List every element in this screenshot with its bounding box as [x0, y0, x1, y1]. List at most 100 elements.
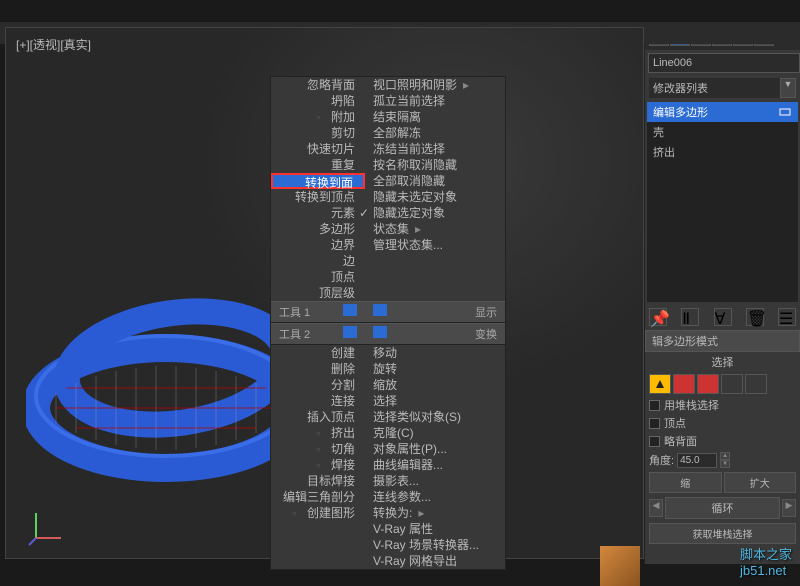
quad-item[interactable]: 摄影表... [365, 473, 505, 489]
quad-item[interactable]: 连线参数... [365, 489, 505, 505]
quad-item[interactable]: 选择 [365, 393, 505, 409]
loop-next-icon[interactable]: ▶ [782, 499, 796, 517]
quad-item[interactable]: 克隆(C) [365, 425, 505, 441]
quad-item[interactable]: 创建 [271, 345, 365, 361]
polygon-subobj-button[interactable] [721, 374, 743, 394]
quad-right-column: 视口照明和阴影 孤立当前选择 结束隔离 全部解冻 冻结当前选择 按名称取消隐藏 … [365, 77, 505, 569]
modifier-label: 编辑多边形 [653, 104, 708, 120]
quad-item[interactable]: V-Ray 场景转换器... [365, 537, 505, 553]
object-name-row [645, 50, 800, 76]
quad-item[interactable]: 边 [271, 253, 365, 269]
object-name-input[interactable] [648, 53, 800, 73]
quad-item[interactable]: 旋转 [365, 361, 505, 377]
quad-item[interactable]: 目标焊接 [271, 473, 365, 489]
modifier-list-dropdown[interactable]: 修改器列表 ▼ [645, 76, 800, 100]
loop-button[interactable]: 循环 [665, 497, 780, 519]
quad-header-tools2: 工具 2 [271, 323, 365, 345]
quad-item[interactable]: 快速切片 [271, 141, 365, 157]
quad-item[interactable]: 元素 [271, 205, 365, 221]
quad-item[interactable]: 重复 [271, 157, 365, 173]
spinner-buttons: ▲▼ [720, 452, 730, 468]
quad-item[interactable]: V-Ray 网格导出 [365, 553, 505, 569]
quad-item[interactable]: 隐藏选定对象 [365, 205, 505, 221]
quad-item[interactable]: 附加 [271, 109, 365, 125]
by-vertex-row[interactable]: 顶点 [645, 414, 800, 432]
quad-item[interactable]: 转换为: [365, 505, 505, 521]
quad-item[interactable]: 焊接 [271, 457, 365, 473]
quad-item[interactable]: 插入顶点 [271, 409, 365, 425]
vertex-icon [654, 378, 666, 390]
viewport-label[interactable]: [+][透视][真实] [16, 36, 91, 53]
make-unique-icon[interactable]: ∀ [714, 308, 732, 326]
show-result-icon[interactable]: Ⅱ [681, 308, 699, 326]
modifier-stack-item[interactable]: 壳 [647, 122, 798, 142]
spinner-down-icon[interactable]: ▼ [720, 460, 730, 468]
loop-prev-icon[interactable]: ◀ [649, 499, 663, 517]
ignore-backfacing-row[interactable]: 略背面 [645, 432, 800, 450]
quad-item[interactable]: 顶点 [271, 269, 365, 285]
spinner-up-icon[interactable]: ▲ [720, 452, 730, 460]
quad-item[interactable]: 坍陷 [271, 93, 365, 109]
angle-label: 角度: [649, 452, 674, 468]
checkbox-label: 用堆栈选择 [664, 397, 719, 413]
quad-item[interactable]: 选择类似对象(S) [365, 409, 505, 425]
quad-item[interactable]: 结束隔离 [365, 109, 505, 125]
vertex-subobj-button[interactable] [649, 374, 671, 394]
quad-item[interactable]: 剪切 [271, 125, 365, 141]
quad-item[interactable]: 创建图形 [271, 505, 365, 521]
quad-item[interactable]: 隐藏未选定对象 [365, 189, 505, 205]
quad-item[interactable]: 挤出 [271, 425, 365, 441]
quad-item[interactable]: 忽略背面 [271, 77, 365, 93]
watermark-logo [600, 546, 640, 586]
checkbox-label: 顶点 [664, 415, 686, 431]
quad-item[interactable]: 按名称取消隐藏 [365, 157, 505, 173]
quad-left-column: 忽略背面 坍陷 附加 剪切 快速切片 重复 转换到面 转换到顶点 元素 多边形 … [271, 77, 365, 569]
use-stack-selection-row[interactable]: 用堆栈选择 [645, 396, 800, 414]
expand-button[interactable]: 扩大 [724, 472, 797, 493]
quad-header-display: 显示 [365, 301, 505, 323]
quad-item[interactable]: 状态集 [365, 221, 505, 237]
quad-item[interactable]: 缩放 [365, 377, 505, 393]
configure-sets-icon[interactable]: ☰ [778, 308, 796, 326]
get-stack-selection-button[interactable]: 获取堆栈选择 [649, 523, 796, 544]
command-panel: ✹ 🌈 ᚂ ◎ ▣ ⚒ 修改器列表 ▼ 编辑多边形 壳 挤出 📌 Ⅱ ∀ [644, 22, 800, 564]
quad-item[interactable]: 孤立当前选择 [365, 93, 505, 109]
quad-item[interactable]: 全部取消隐藏 [365, 173, 505, 189]
modifier-stack-item[interactable]: 编辑多边形 [647, 102, 798, 122]
border-subobj-button[interactable] [697, 374, 719, 394]
quad-item[interactable]: 全部解冻 [365, 125, 505, 141]
edge-subobj-button[interactable] [673, 374, 695, 394]
rollout-header[interactable]: 辑多边形模式 [645, 330, 800, 352]
modifier-stack[interactable]: 编辑多边形 壳 挤出 [647, 102, 798, 302]
quad-item[interactable]: 编辑三角剖分 [271, 489, 365, 505]
quad-item[interactable]: 管理状态集... [365, 237, 505, 253]
quad-indicator-icon [343, 326, 357, 338]
quad-item[interactable]: 删除 [271, 361, 365, 377]
subobject-row [645, 372, 800, 396]
element-subobj-button[interactable] [745, 374, 767, 394]
quad-item[interactable]: 曲线编辑器... [365, 457, 505, 473]
quad-item[interactable]: 多边形 [271, 221, 365, 237]
quad-item-convert-to-face[interactable]: 转换到面 [271, 173, 365, 189]
quad-item[interactable]: V-Ray 属性 [365, 521, 505, 537]
pin-stack-icon[interactable]: 📌 [649, 308, 667, 326]
quad-indicator-icon [343, 304, 357, 316]
quad-item[interactable]: 对象属性(P)... [365, 441, 505, 457]
modifier-stack-item[interactable]: 挤出 [647, 142, 798, 162]
quad-item[interactable]: 冻结当前选择 [365, 141, 505, 157]
poly-icon [778, 107, 792, 117]
quad-item[interactable]: 切角 [271, 441, 365, 457]
quad-item[interactable]: 分割 [271, 377, 365, 393]
quad-item[interactable]: 转换到顶点 [271, 189, 365, 205]
quad-header-transform: 变换 [365, 323, 505, 345]
angle-input[interactable] [677, 453, 717, 468]
quad-item[interactable]: 边界 [271, 237, 365, 253]
quad-item[interactable]: 连接 [271, 393, 365, 409]
loop-row: ◀ 循环 ▶ [645, 495, 800, 521]
quad-item[interactable]: 移动 [365, 345, 505, 361]
remove-modifier-icon[interactable]: 🗑 [746, 308, 764, 326]
quad-item[interactable]: 顶层级 [271, 285, 365, 301]
quad-item[interactable]: 视口照明和阴影 [365, 77, 505, 93]
watermark-text: 脚本之家 jb51.net [740, 544, 792, 578]
shrink-button[interactable]: 缩 [649, 472, 722, 493]
